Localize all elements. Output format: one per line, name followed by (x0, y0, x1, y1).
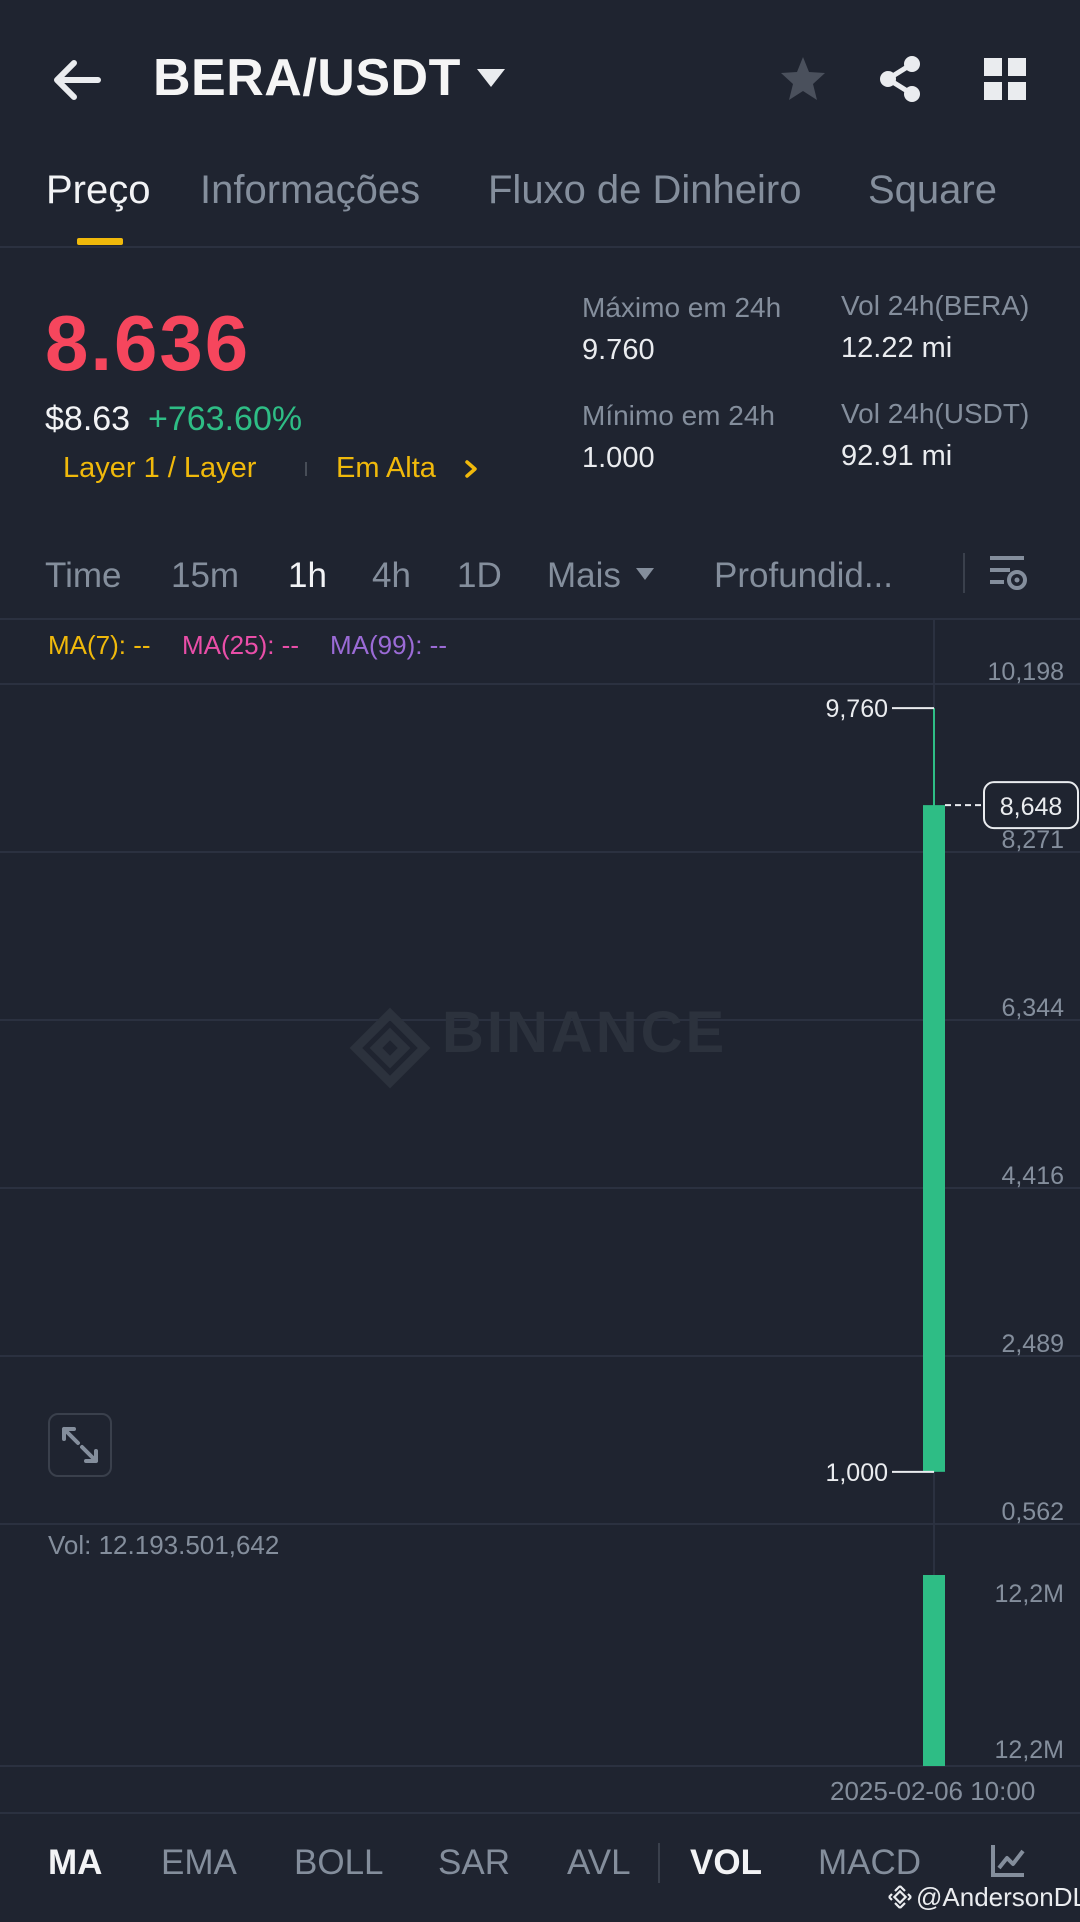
watermark-text: BINANCE (442, 1000, 727, 1065)
binance-logo-icon (888, 1885, 912, 1909)
x-axis-date-label: 2025-02-06 10:00 (830, 1776, 1036, 1806)
expand-chart-button[interactable] (48, 1413, 112, 1477)
indicator-ema[interactable]: EMA (161, 1843, 237, 1883)
author-watermark: @AndersonDL (916, 1882, 1080, 1912)
high-marker-label: 9,760 (825, 695, 888, 723)
vol-base-label: Vol 24h(BERA) (841, 290, 1030, 321)
tag-separator (305, 462, 307, 476)
indicator-boll[interactable]: BOLL (294, 1843, 384, 1883)
timeframe-mais[interactable]: Mais (547, 556, 621, 596)
pair-title[interactable]: BERA/USDT (153, 48, 461, 108)
share-icon[interactable] (876, 54, 924, 104)
indicator-vol[interactable]: VOL (690, 1843, 762, 1883)
indicator-bar-divider (0, 1812, 1080, 1814)
watermark-logo (349, 1007, 431, 1089)
low-marker-label: 1,000 (825, 1459, 888, 1487)
pair-dropdown-caret-icon[interactable] (475, 66, 507, 90)
low-24h-label: Mínimo em 24h (582, 400, 775, 431)
y-tick-label: 8,271 (1001, 826, 1064, 854)
y-tick-label: 6,344 (1001, 994, 1064, 1022)
tag-layer1[interactable]: Layer 1 / Layer (63, 452, 256, 485)
back-arrow-icon[interactable] (48, 50, 108, 110)
vol-quote-label: Vol 24h(USDT) (841, 398, 1030, 429)
tab-square[interactable]: Square (868, 168, 997, 213)
y-tick-label: 10,198 (988, 658, 1064, 686)
y-tick-label: 2,489 (1001, 1330, 1064, 1358)
current-price-label: 8,648 (1000, 793, 1063, 821)
timeframe-1h[interactable]: 1h (288, 556, 327, 596)
chevron-right-icon[interactable] (462, 458, 480, 480)
volume-label: Vol: 12.193.501,642 (48, 1530, 280, 1560)
vol-base-value: 12.22 mi (841, 332, 953, 364)
grid-menu-icon[interactable] (984, 58, 1026, 100)
high-24h-value: 9.760 (582, 334, 655, 366)
timeframe-4h[interactable]: 4h (372, 556, 411, 596)
indicator-divider (658, 1843, 660, 1883)
tag-em-alta[interactable]: Em Alta (336, 452, 436, 485)
tab-fluxo-de-dinheiro[interactable]: Fluxo de Dinheiro (488, 168, 802, 213)
low-24h-value: 1.000 (582, 442, 655, 474)
timeframe-divider (963, 553, 965, 593)
timeframe-1d[interactable]: 1D (457, 556, 502, 596)
last-price: 8.636 (45, 299, 251, 387)
volume-tick-top: 12,2M (995, 1580, 1064, 1608)
expand-icon (62, 1427, 98, 1463)
binance-watermark: BINANCE (349, 1000, 727, 1089)
candle-body (923, 805, 945, 1472)
usd-price: $8.63 (45, 400, 131, 438)
active-tab-indicator (77, 238, 123, 245)
indicator-avl[interactable]: AVL (567, 1843, 631, 1883)
timeframe-time[interactable]: Time (45, 556, 121, 596)
y-tick-label: 4,416 (1001, 1162, 1064, 1190)
price-chart[interactable]: 10,198 8,271 6,344 4,416 2,489 0,562 BINANCE 9,… (0, 620, 1080, 1780)
volume-bar (923, 1575, 945, 1766)
y-tick-label: 0,562 (1001, 1498, 1064, 1526)
indicator-ma[interactable]: MA (48, 1843, 102, 1883)
high-24h-label: Máximo em 24h (582, 292, 782, 323)
mais-dropdown-caret-icon[interactable] (635, 566, 655, 582)
tabs-divider (0, 246, 1080, 248)
indicator-settings-icon[interactable] (990, 1842, 1026, 1878)
favorite-star-icon[interactable] (778, 54, 828, 104)
timeframe-15m[interactable]: 15m (171, 556, 239, 596)
tab-informacoes[interactable]: Informações (200, 168, 420, 213)
chart-settings-icon[interactable] (988, 552, 1028, 594)
indicator-macd[interactable]: MACD (818, 1843, 921, 1883)
change-percent: +763.60% (148, 400, 303, 438)
tab-preco[interactable]: Preço (46, 168, 151, 213)
vol-quote-value: 92.91 mi (841, 440, 953, 472)
indicator-sar[interactable]: SAR (438, 1843, 510, 1883)
depth-tab[interactable]: Profundid... (714, 556, 893, 596)
volume-tick-bottom: 12,2M (995, 1736, 1064, 1764)
